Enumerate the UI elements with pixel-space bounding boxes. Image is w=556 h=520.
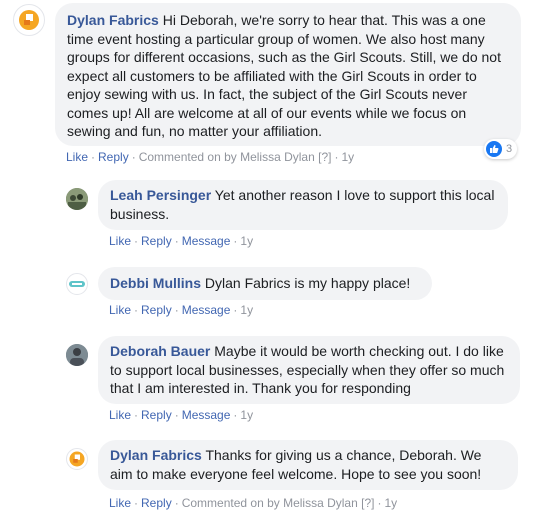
reply-bubble: Dylan Fabrics Thanks for giving us a cha… — [98, 440, 518, 490]
like-link[interactable]: Like — [109, 496, 131, 510]
avatar[interactable] — [66, 273, 88, 295]
reply-bubble: Debbi Mullins Dylan Fabrics is my happy … — [98, 267, 432, 300]
reply-bubble: Leah Persinger Yet another reason I love… — [98, 180, 508, 230]
avatar[interactable] — [13, 4, 45, 36]
timestamp[interactable]: 1y — [240, 408, 253, 422]
profile-photo-icon — [66, 188, 88, 210]
like-link[interactable]: Like — [109, 408, 131, 422]
avatar[interactable] — [66, 344, 88, 366]
message-link[interactable]: Message — [182, 234, 231, 248]
comment-author[interactable]: Dylan Fabrics — [67, 12, 159, 28]
comment-text: Hi Deborah, we're sorry to hear that. Th… — [67, 12, 501, 139]
reaction-count-badge[interactable]: 3 — [484, 139, 518, 159]
comment-author[interactable]: Dylan Fabrics — [110, 447, 202, 463]
message-link[interactable]: Message — [182, 408, 231, 422]
timestamp[interactable]: 1y — [240, 234, 253, 248]
reply-bubble: Deborah Bauer Maybe it would be worth ch… — [98, 336, 520, 404]
comment-actions: Like · Reply · Commented on by Melissa Dylan… — [66, 150, 355, 164]
like-link[interactable]: Like — [109, 234, 131, 248]
commented-on-by-text: Commented on by Melissa Dylan — [138, 150, 315, 164]
comment-actions: Like · Reply · Message · 1y — [109, 234, 254, 248]
timestamp[interactable]: 1y — [240, 303, 253, 317]
help-link[interactable]: [?] — [361, 496, 374, 510]
reply-link[interactable]: Reply — [141, 408, 172, 422]
timestamp[interactable]: 1y — [384, 496, 397, 510]
commented-on-by-text: Commented on by Melissa Dylan — [181, 496, 358, 510]
dylan-fabrics-logo-icon — [19, 10, 39, 30]
help-link[interactable]: [?] — [318, 150, 331, 164]
comment-actions: Like · Reply · Message · 1y — [109, 303, 254, 317]
reaction-count: 3 — [506, 143, 513, 155]
comment-text: Dylan Fabrics is my happy place! — [204, 275, 411, 291]
like-link[interactable]: Like — [109, 303, 131, 317]
comment-author[interactable]: Leah Persinger — [110, 187, 211, 203]
like-reaction-icon — [486, 141, 502, 157]
avatar[interactable] — [66, 188, 88, 210]
profile-photo-icon — [66, 344, 88, 366]
comment-actions: Like · Reply · Commented on by Melissa Dylan… — [109, 496, 398, 510]
comment-actions: Like · Reply · Message · 1y — [109, 408, 254, 422]
dylan-fabrics-logo-icon — [69, 451, 85, 467]
comment-author[interactable]: Debbi Mullins — [110, 275, 201, 291]
reply-link[interactable]: Reply — [141, 496, 172, 510]
reply-link[interactable]: Reply — [141, 303, 172, 317]
like-link[interactable]: Like — [66, 150, 88, 164]
avatar[interactable] — [66, 448, 88, 470]
comment-bubble: Dylan Fabrics Hi Deborah, we're sorry to… — [55, 3, 521, 146]
comment-author[interactable]: Deborah Bauer — [110, 343, 210, 359]
timestamp[interactable]: 1y — [341, 150, 354, 164]
reply-link[interactable]: Reply — [98, 150, 129, 164]
message-link[interactable]: Message — [182, 303, 231, 317]
reply-link[interactable]: Reply — [141, 234, 172, 248]
profile-photo-icon — [69, 281, 85, 287]
